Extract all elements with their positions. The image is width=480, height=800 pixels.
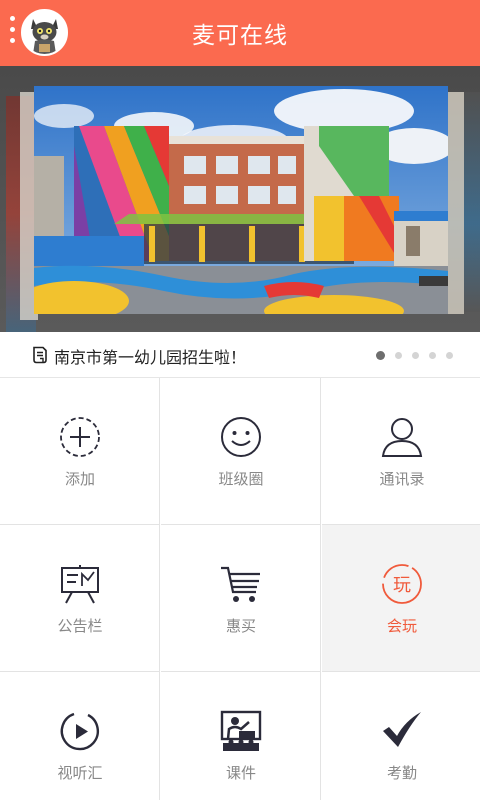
carousel-indicator — [376, 350, 463, 360]
grid-item-label: 班级圈 — [218, 470, 264, 488]
checkmark-icon — [383, 712, 421, 747]
grid-item-label: 视听汇 — [57, 764, 103, 782]
shopping-cart-icon — [221, 566, 260, 602]
grid-item-label: 公告栏 — [57, 617, 103, 635]
carousel-dot[interactable] — [446, 351, 453, 359]
grid-item-play[interactable]: 玩 会玩 — [322, 525, 480, 672]
add-circle-icon — [60, 417, 100, 457]
person-icon — [381, 418, 423, 457]
kindergarten-building-image — [34, 86, 448, 314]
grid-item-label: 会玩 — [386, 617, 417, 635]
carousel-dot[interactable] — [395, 351, 402, 359]
app-header: 麦可在线 — [0, 0, 480, 66]
svg-text:玩: 玩 — [393, 575, 411, 596]
notice-text[interactable]: 南京市第一幼儿园招生啦！ — [54, 344, 246, 368]
grid-item-class-circle[interactable]: 班级圈 — [161, 378, 321, 525]
notice-bar[interactable]: 南京市第一幼儿园招生啦！ — [0, 332, 480, 378]
play-circle-text-icon: 玩 — [382, 564, 422, 604]
smiley-icon — [221, 417, 261, 457]
grid-item-add[interactable]: 添加 — [0, 378, 160, 525]
bulletin-board-icon — [61, 565, 99, 604]
grid-item-contacts[interactable]: 通讯录 — [322, 378, 480, 525]
avatar[interactable] — [21, 9, 68, 56]
grid-item-media[interactable]: 视听汇 — [0, 672, 160, 800]
grid-item-label: 考勤 — [386, 764, 417, 782]
feature-grid: 添加 班级圈 通讯录 公告栏 惠买 玩 会玩 视听汇 课件 考勤 — [0, 378, 480, 800]
grid-item-shopping[interactable]: 惠买 — [161, 525, 321, 672]
presentation-icon — [220, 710, 262, 751]
grid-item-courseware[interactable]: 课件 — [161, 672, 321, 800]
cat-avatar-icon — [23, 11, 66, 54]
page-title: 麦可在线 — [192, 23, 288, 49]
carousel-dot[interactable] — [429, 351, 436, 359]
carousel-dot[interactable] — [412, 351, 419, 359]
banner-image[interactable] — [34, 86, 448, 314]
menu-icon[interactable] — [10, 16, 18, 50]
banner-carousel[interactable] — [0, 66, 480, 332]
grid-item-attendance[interactable]: 考勤 — [322, 672, 480, 800]
play-button-icon — [60, 712, 99, 751]
carousel-dot[interactable] — [376, 350, 385, 360]
next-slide-peek[interactable] — [448, 92, 464, 314]
notice-document-icon — [33, 346, 47, 364]
grid-item-label: 课件 — [225, 764, 256, 782]
grid-item-bulletin[interactable]: 公告栏 — [0, 525, 160, 672]
grid-item-label: 添加 — [64, 470, 95, 488]
grid-item-label: 惠买 — [225, 617, 256, 635]
grid-item-label: 通讯录 — [379, 470, 425, 488]
